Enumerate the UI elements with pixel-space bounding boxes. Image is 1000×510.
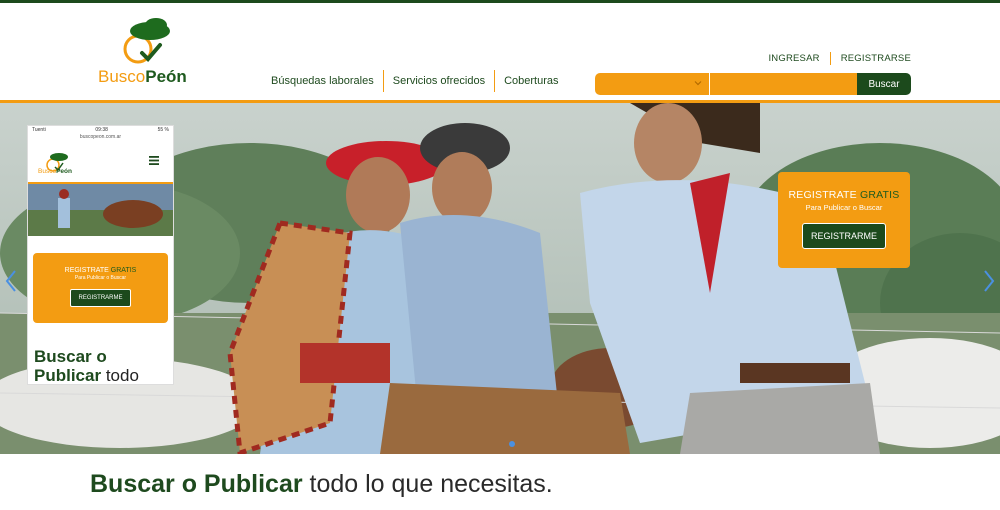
chevron-down-icon — [694, 81, 702, 86]
logo[interactable]: BuscoPeón — [98, 17, 198, 91]
main-nav: Búsquedas laborales Servicios ofrecidos … — [262, 69, 568, 93]
auth-divider — [829, 52, 831, 65]
register-card-subtitle: Para Publicar o Buscar — [805, 203, 883, 212]
logo-hat-check-icon — [123, 18, 170, 64]
phone-mockup: Tuenti 09:38 55 % buscopeon.com.ar Busco… — [27, 125, 174, 385]
register-card: REGISTRATE GRATIS Para Publicar o Buscar… — [778, 172, 910, 268]
phone-url-bar: buscopeon.com.ar — [79, 134, 122, 140]
logo-text: BuscoPeón — [98, 67, 187, 86]
hero-slider: Tuenti 09:38 55 % buscopeon.com.ar Busco… — [0, 103, 1000, 454]
phone-hero-photo — [28, 184, 173, 236]
phone-logo-text: BuscoPeón — [38, 168, 72, 175]
search-bar: Buscar — [595, 73, 911, 95]
phone-register-card: REGISTRATE GRATIS Para Publicar o Buscar… — [33, 253, 168, 323]
login-link[interactable]: INGRESAR — [768, 53, 819, 64]
search-button[interactable]: Buscar — [857, 73, 911, 95]
search-input[interactable] — [709, 73, 857, 95]
nav-servicios-ofrecidos[interactable]: Servicios ofrecidos — [384, 69, 494, 93]
site-header: BuscoPeón Búsquedas laborales Servicios … — [0, 3, 1000, 101]
slider-dot-active[interactable] — [509, 441, 515, 447]
category-select[interactable] — [595, 73, 709, 95]
phone-header: BuscoPeón — [28, 142, 173, 184]
hamburger-menu-icon — [149, 156, 159, 165]
nav-busquedas-laborales[interactable]: Búsquedas laborales — [262, 69, 383, 93]
register-button[interactable]: REGISTRARME — [801, 223, 886, 249]
auth-links: INGRESAR REGISTRARSE — [768, 52, 911, 65]
nav-coberturas[interactable]: Coberturas — [495, 69, 567, 93]
slider-next-icon[interactable] — [982, 269, 996, 293]
register-link[interactable]: REGISTRARSE — [841, 53, 911, 64]
register-card-title: REGISTRATE GRATIS — [788, 189, 900, 201]
phone-status-bar: Tuenti 09:38 55 % — [32, 127, 169, 133]
page-tagline: Buscar o Publicar todo lo que necesitas. — [90, 470, 553, 498]
phone-register-button: REGISTRARME — [70, 289, 131, 307]
phone-tagline: Buscar o Publicar todo — [34, 347, 139, 385]
slider-prev-icon[interactable] — [4, 269, 18, 293]
